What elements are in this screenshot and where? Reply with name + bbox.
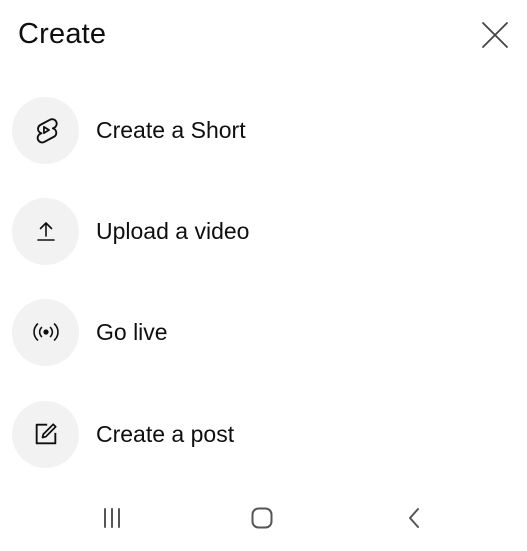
create-short-label: Create a Short [96,116,246,143]
system-navigation-bar [0,490,527,551]
recent-apps-icon [104,508,120,528]
sheet-header: Create [0,0,527,72]
upload-video-item[interactable]: Upload a video [0,189,527,273]
go-live-label: Go live [96,318,168,345]
create-short-icon-circle [12,96,79,164]
go-live-item[interactable]: Go live [0,290,527,374]
sheet-title: Create [18,18,107,50]
go-live-icon-circle [12,298,79,366]
back-icon [409,508,419,528]
home-icon [251,507,273,529]
recent-apps-button[interactable] [90,500,134,536]
upload-icon [36,222,55,241]
create-short-item[interactable]: Create a Short [0,88,527,172]
create-post-label: Create a post [96,420,235,447]
create-post-icon-circle [12,400,79,468]
upload-video-label: Upload a video [96,217,250,244]
home-button[interactable] [240,500,284,536]
back-button[interactable] [392,500,436,536]
edit-post-icon [35,423,57,445]
live-broadcast-icon [32,323,59,341]
close-icon [482,22,508,48]
shorts-icon [36,118,58,144]
close-button[interactable] [478,18,512,52]
upload-video-icon-circle [12,197,79,265]
create-post-item[interactable]: Create a post [0,392,527,476]
create-sheet: Create Create a Short Upload a video Go … [0,0,527,551]
